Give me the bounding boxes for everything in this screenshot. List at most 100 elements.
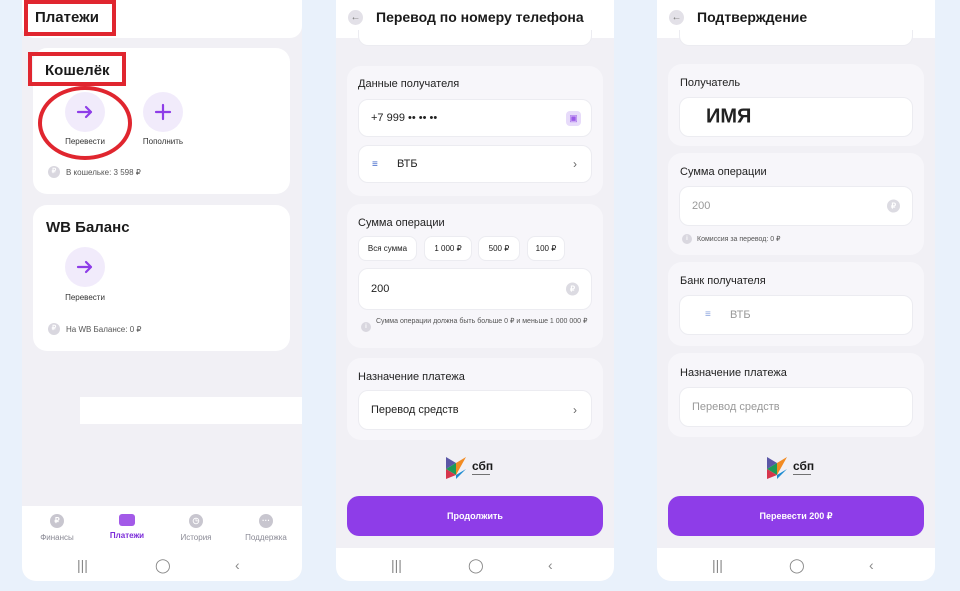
transfer-by-phone-screen: ← Перевод по номеру телефона Данные полу…: [336, 0, 614, 581]
blank-strip: [80, 397, 302, 424]
sbp-wordmark: сбп: [472, 459, 494, 473]
chevron-right-icon: ›: [573, 157, 577, 171]
recipient-section-title: Данные получателя: [358, 78, 460, 90]
home-icon[interactable]: ◯: [468, 557, 484, 574]
bank-select[interactable]: ≡ ВТБ ›: [358, 145, 592, 183]
bank-section: Банк получателя ≡ ВТБ: [668, 262, 924, 346]
nav-finance[interactable]: ₽ Финансы: [27, 514, 87, 542]
wallet-balance: В кошельке: 3 598 ₽: [66, 168, 141, 177]
arrow-right-icon: [76, 260, 93, 274]
continue-button[interactable]: Продолжить: [347, 496, 603, 536]
back-arrow-icon[interactable]: ←: [348, 10, 363, 25]
recipient-name: ИМЯ: [706, 105, 752, 128]
system-nav-bar: ||| ◯ ‹: [22, 548, 302, 581]
plus-icon: [154, 103, 172, 121]
info-icon: i: [682, 234, 692, 244]
bank-section-title: Банк получателя: [680, 275, 766, 287]
system-nav-bar: ||| ◯ ‹: [657, 548, 935, 581]
chip-100[interactable]: 100 ₽: [527, 236, 565, 261]
previous-field: [679, 30, 913, 46]
nav-finance-label: Финансы: [40, 533, 74, 542]
previous-field: [358, 30, 592, 46]
purpose-section: Назначение платежа Перевод средств: [668, 353, 924, 437]
purpose-section: Назначение платежа Перевод средств ›: [347, 358, 603, 440]
chat-dots-icon: ···: [259, 514, 273, 528]
recent-apps-icon[interactable]: |||: [77, 557, 88, 573]
home-icon[interactable]: ◯: [155, 557, 171, 574]
arrow-right-icon: [76, 105, 93, 119]
back-icon[interactable]: ‹: [235, 557, 240, 573]
contacts-icon[interactable]: ▣: [566, 111, 581, 126]
bank-value: ВТБ: [730, 309, 751, 321]
back-arrow-icon[interactable]: ←: [669, 10, 684, 25]
top-bar: Платежи: [22, 0, 302, 38]
home-icon[interactable]: ◯: [789, 557, 805, 574]
bank-field: ≡ ВТБ: [679, 295, 913, 335]
recipient-section-title: Получатель: [680, 77, 741, 89]
page-title: Подтверждение: [697, 9, 808, 25]
purpose-value: Перевод средств: [371, 404, 459, 416]
wb-balance-card: WB Баланс Перевести ₽ На WB Балансе: 0 ₽: [33, 205, 290, 351]
wallet-transfer-label: Перевести: [65, 137, 105, 146]
sbp-logo-icon: [446, 457, 466, 479]
recipient-section: Получатель ИМЯ: [668, 64, 924, 146]
nav-support-label: Поддержка: [245, 533, 287, 542]
back-icon[interactable]: ‹: [548, 557, 553, 573]
wallet-transfer-button[interactable]: [65, 92, 105, 132]
amount-section: Сумма операции 200 ₽ i Комиссия за перев…: [668, 153, 924, 255]
wb-balance-amount: На WB Балансе: 0 ₽: [66, 325, 142, 334]
purpose-field: Перевод средств: [679, 387, 913, 427]
ruble-icon: ₽: [50, 514, 64, 528]
clock-icon: ◷: [189, 514, 203, 528]
chip-1000[interactable]: 1 000 ₽: [424, 236, 472, 261]
vtb-logo-icon: ≡: [372, 159, 378, 170]
card-icon: [119, 514, 135, 526]
wb-balance-title: WB Баланс: [46, 219, 130, 236]
ruble-coin-icon: ₽: [48, 166, 60, 178]
amount-section-title: Сумма операции: [358, 217, 445, 229]
sbp-logo: сбп ▬▬▬▬▬▬: [765, 455, 814, 481]
phone-input[interactable]: +7 999 •• •• •• ▣: [358, 99, 592, 137]
bank-value: ВТБ: [397, 158, 418, 170]
nav-support[interactable]: ··· Поддержка: [236, 514, 296, 542]
ruble-coin-icon: ₽: [48, 323, 60, 335]
amount-field: 200 ₽: [679, 186, 913, 226]
amount-section-title: Сумма операции: [680, 166, 767, 178]
wallet-topup-label: Пополнить: [142, 137, 184, 146]
back-icon[interactable]: ‹: [869, 557, 874, 573]
chevron-right-icon: ›: [573, 403, 577, 417]
sbp-wordmark: сбп: [793, 459, 815, 473]
wallet-card: Кошелёк Перевести Пополнить ₽ В кошельке…: [33, 48, 290, 194]
info-icon: i: [361, 322, 371, 332]
nav-history-label: История: [180, 533, 212, 542]
purpose-placeholder: Перевод средств: [692, 401, 780, 413]
recipient-section: Данные получателя +7 999 •• •• •• ▣ ≡ ВТ…: [347, 66, 603, 196]
amount-value: 200: [371, 283, 390, 295]
wallet-topup-button[interactable]: [143, 92, 183, 132]
wb-transfer-button[interactable]: [65, 247, 105, 287]
recent-apps-icon[interactable]: |||: [391, 557, 402, 573]
vtb-logo-icon: ≡: [705, 309, 711, 320]
wb-transfer-label: Перевести: [65, 293, 105, 302]
sbp-logo: сбп ▬▬▬▬▬▬: [444, 455, 493, 481]
confirmation-screen: ← Подтверждение Получатель ИМЯ Сумма опе…: [657, 0, 935, 581]
chip-all[interactable]: Вся сумма: [358, 236, 417, 261]
amount-input[interactable]: 200 ₽: [358, 268, 592, 310]
amount-hint: Сумма операции должна быть больше 0 ₽ и …: [376, 318, 588, 325]
chip-500[interactable]: 500 ₽: [478, 236, 520, 261]
nav-payments[interactable]: Платежи: [97, 514, 157, 540]
page-title: Перевод по номеру телефона: [376, 9, 584, 25]
bottom-nav: ₽ Финансы Платежи ◷ История ··· Поддержк…: [22, 506, 302, 548]
recent-apps-icon[interactable]: |||: [712, 557, 723, 573]
amount-section: Сумма операции Вся сумма 1 000 ₽ 500 ₽ 1…: [347, 204, 603, 348]
purpose-section-title: Назначение платежа: [358, 371, 465, 383]
phone-value: +7 999 •• •• ••: [371, 112, 438, 124]
ruble-icon: ₽: [887, 199, 900, 213]
ruble-icon: ₽: [566, 282, 579, 296]
confirm-transfer-button[interactable]: Перевести 200 ₽: [668, 496, 924, 536]
nav-payments-label: Платежи: [109, 531, 145, 540]
nav-history[interactable]: ◷ История: [166, 514, 226, 542]
purpose-section-title: Назначение платежа: [680, 367, 787, 379]
purpose-select[interactable]: Перевод средств ›: [358, 390, 592, 430]
commission-text: Комиссия за перевод: 0 ₽: [697, 236, 781, 243]
